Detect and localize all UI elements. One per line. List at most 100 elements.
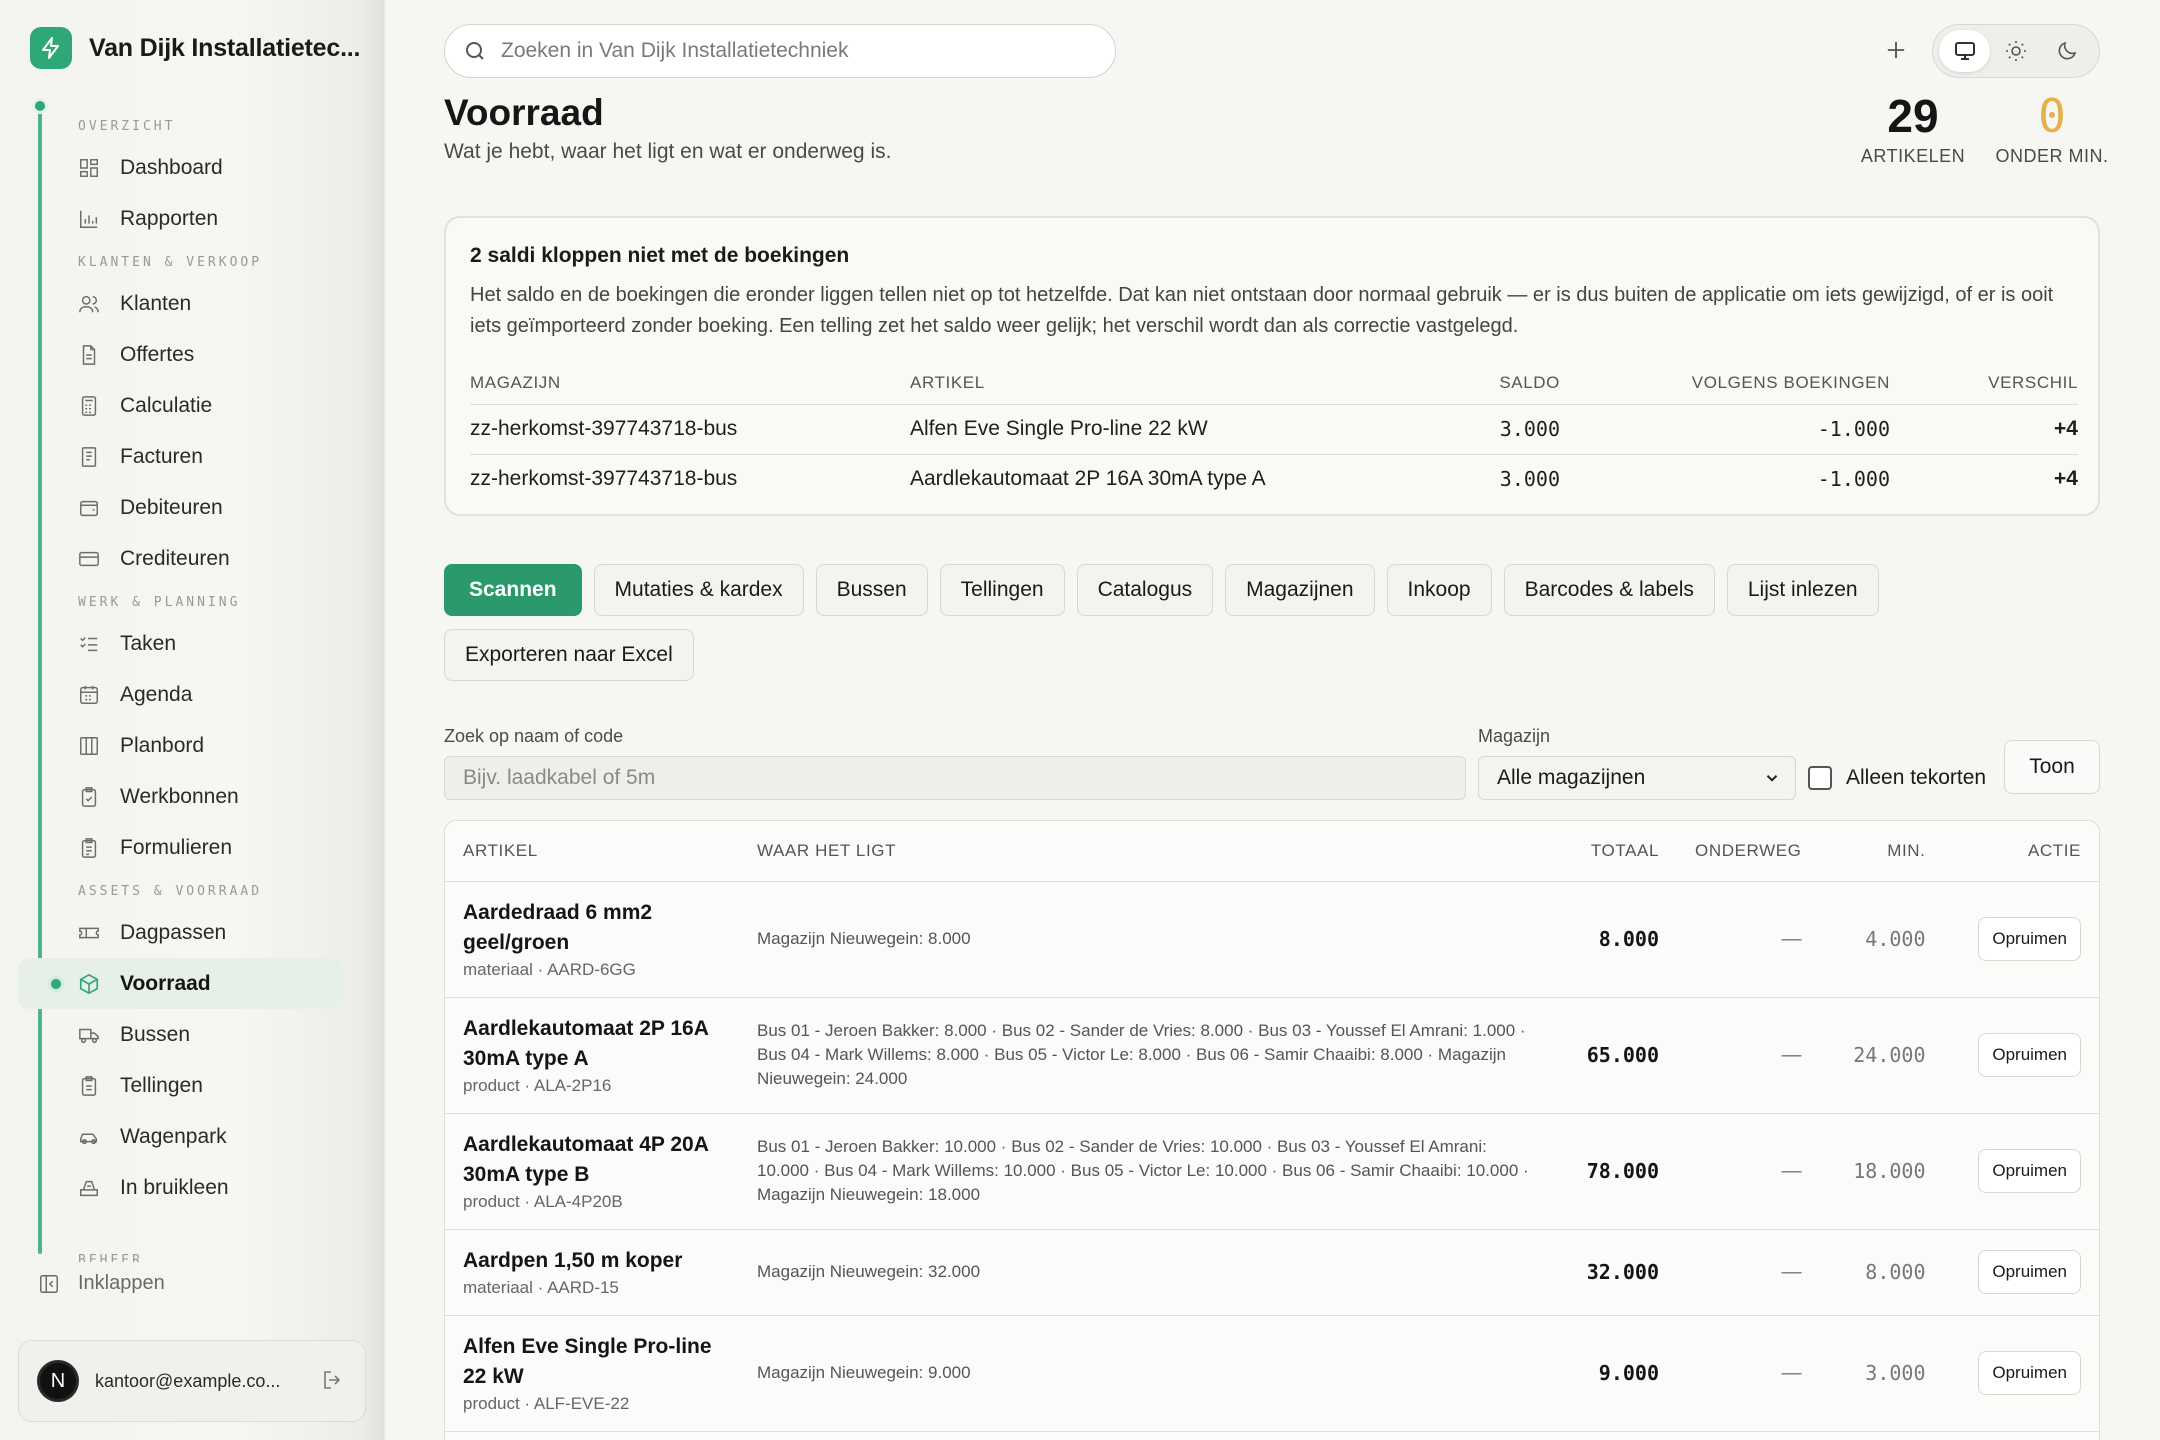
- sidebar-item-label: Rapporten: [120, 206, 219, 230]
- transit-value: —: [1781, 1260, 1802, 1283]
- total-value: 8.000: [1598, 927, 1659, 951]
- column-header: WAAR HET LIGT: [739, 821, 1547, 882]
- show-button[interactable]: Toon: [2004, 740, 2100, 794]
- moon-icon[interactable]: [2042, 30, 2093, 72]
- sidebar-item-formulieren[interactable]: Formulieren: [0, 822, 360, 873]
- sidebar-item-label: Dashboard: [120, 155, 223, 179]
- column-header: MAGAZIJN: [470, 362, 910, 405]
- tab-lijst-inlezen[interactable]: Lijst inlezen: [1726, 564, 1879, 616]
- article-name: Aardpen 1,50 m koper: [463, 1249, 683, 1272]
- warehouse-cell: zz-herkomst-397743718-bus: [470, 404, 910, 455]
- min-value: 24.000: [1853, 1043, 1926, 1067]
- location-text: Magazijn Nieuwegein: 8.000: [757, 929, 971, 948]
- global-search[interactable]: [444, 24, 1116, 78]
- brand-name: Van Dijk Installatietec...: [89, 33, 361, 62]
- sidebar-item-taken[interactable]: Taken: [0, 618, 360, 669]
- sidebar-item-bussen[interactable]: Bussen: [0, 1009, 360, 1060]
- ticket-icon: [78, 922, 100, 944]
- wallet-icon: [78, 497, 100, 519]
- sidebar-item-offertes[interactable]: Offertes: [0, 329, 360, 380]
- sidebar-item-label: Agenda: [120, 682, 193, 706]
- stat-articles-value: 29: [1887, 90, 1939, 142]
- sidebar-item-voorraad[interactable]: Voorraad: [18, 958, 342, 1009]
- sidebar-item-label: Facturen: [120, 444, 203, 468]
- cleanup-button[interactable]: Opruimen: [1978, 1250, 2081, 1294]
- table-row: Aardlekautomaat 2P 16A 30mA type A produc…: [445, 997, 2099, 1114]
- sidebar-item-label: Bussen: [120, 1022, 191, 1046]
- shortage-checkbox[interactable]: Alleen tekorten: [1808, 766, 1986, 790]
- monitor-icon[interactable]: [1939, 30, 1991, 72]
- sidebar-item-werkbonnen[interactable]: Werkbonnen: [0, 771, 360, 822]
- page-subtitle: Wat je hebt, waar het ligt en wat er ond…: [444, 140, 892, 163]
- tab-magazijnen[interactable]: Magazijnen: [1225, 564, 1375, 616]
- sidebar-item-dashboard[interactable]: Dashboard: [0, 142, 360, 193]
- add-icon[interactable]: [1882, 36, 1910, 64]
- sidebar-nav: OVERZICHT Dashboard Rapporten KLANTEN & …: [0, 108, 360, 1213]
- nav-section-title: BEHEER: [78, 1254, 143, 1262]
- sidebar-item-planbord[interactable]: Planbord: [0, 720, 360, 771]
- sidebar-item-label: Werkbonnen: [120, 784, 239, 808]
- sun-icon[interactable]: [1990, 30, 2041, 72]
- table-row: Alfen Eve Single Pro-line 22 kW product ·…: [445, 1315, 2099, 1432]
- column-header: VOLGENS BOEKINGEN: [1560, 362, 1890, 405]
- sidebar-item-in-bruikleen[interactable]: In bruikleen: [0, 1162, 360, 1213]
- filter-warehouse-label: Magazijn: [1478, 726, 1551, 746]
- location-text: Bus 01 - Jeroen Bakker: 10.000 · Bus 02 …: [757, 1137, 1529, 1204]
- list-icon: [78, 633, 100, 655]
- article-name: Aardlekautomaat 4P 20A 30mA type B: [463, 1133, 709, 1186]
- sidebar-item-label: Taken: [120, 631, 177, 655]
- board-icon: [78, 735, 100, 757]
- balance-cell: 3.000: [1499, 467, 1560, 492]
- table-row: Aardedraad 6 mm2 geel/groen materiaal · A…: [445, 881, 2099, 998]
- tab-inkoop[interactable]: Inkoop: [1386, 564, 1492, 616]
- tab-exporteren-excel[interactable]: Exporteren naar Excel: [444, 629, 694, 681]
- transit-value: —: [1781, 927, 1802, 950]
- tab-catalogus[interactable]: Catalogus: [1076, 564, 1214, 616]
- global-search-input[interactable]: [501, 39, 1101, 63]
- sidebar-item-label: Formulieren: [120, 835, 233, 859]
- warehouse-cell: zz-herkomst-397743718-bus: [470, 467, 738, 491]
- collapse-button[interactable]: Inklappen: [38, 1272, 165, 1295]
- sidebar-item-label: Planbord: [120, 733, 205, 757]
- sidebar-item-dagpassen[interactable]: Dagpassen: [0, 907, 360, 958]
- tab-bussen[interactable]: Bussen: [815, 564, 928, 616]
- sidebar-item-facturen[interactable]: Facturen: [0, 431, 360, 482]
- checkbox-box[interactable]: [1808, 766, 1832, 790]
- sidebar-item-label: Calculatie: [120, 393, 213, 417]
- filter-search-input[interactable]: [444, 756, 1466, 800]
- sidebar-item-crediteuren[interactable]: Crediteuren: [0, 533, 360, 584]
- cleanup-button[interactable]: Opruimen: [1978, 1351, 2081, 1395]
- sidebar-item-tellingen[interactable]: Tellingen: [0, 1060, 360, 1111]
- sidebar-item-rapporten[interactable]: Rapporten: [0, 193, 360, 244]
- sidebar-item-klanten[interactable]: Klanten: [0, 278, 360, 329]
- brand[interactable]: Van Dijk Installatietec...: [30, 27, 361, 69]
- stat-articles-label: ARTIKELEN: [1860, 146, 1966, 166]
- stat-below-min-label: ONDER MIN.: [1995, 146, 2109, 166]
- warehouse-select[interactable]: Alle magazijnen: [1478, 756, 1796, 800]
- logout-icon[interactable]: [321, 1368, 347, 1394]
- users-icon: [78, 293, 100, 315]
- stat-below-min: 0 ONDER MIN.: [1992, 88, 2112, 167]
- tab-tellingen[interactable]: Tellingen: [939, 564, 1065, 616]
- cleanup-button[interactable]: Opruimen: [1978, 1149, 2081, 1193]
- tab-scannen[interactable]: Scannen: [444, 564, 582, 616]
- sidebar-item-label: Tellingen: [120, 1073, 203, 1097]
- bookings-cell: -1.000: [1560, 404, 1890, 455]
- sidebar-item-debiteuren[interactable]: Debiteuren: [0, 482, 360, 533]
- sidebar-item-calculatie[interactable]: Calculatie: [0, 380, 360, 431]
- column-header: SALDO: [1430, 362, 1560, 405]
- user-card[interactable]: N kantoor@example.co...: [18, 1340, 366, 1422]
- tab-mutaties-kardex[interactable]: Mutaties & kardex: [593, 564, 804, 616]
- column-header: ONDERWEG: [1677, 821, 1820, 882]
- sidebar-item-wagenpark[interactable]: Wagenpark: [0, 1111, 360, 1162]
- table-row: Aardlekautomaat 4P 20A 30mA type B produc…: [445, 1113, 2099, 1230]
- theme-switch: [1932, 24, 2100, 78]
- tab-barcodes-labels[interactable]: Barcodes & labels: [1503, 564, 1715, 616]
- cleanup-button[interactable]: Opruimen: [1978, 917, 2081, 961]
- sidebar-item-agenda[interactable]: Agenda: [0, 669, 360, 720]
- bookings-cell: -1.000: [1817, 467, 1890, 492]
- cleanup-button[interactable]: Opruimen: [1978, 1033, 2081, 1077]
- article-name: Alfen Eve Single Pro-line 22 kW: [463, 1335, 712, 1388]
- mismatch-table: MAGAZIJN ARTIKEL SALDO VOLGENS BOEKINGEN…: [470, 362, 2078, 504]
- form-icon: [78, 837, 100, 859]
